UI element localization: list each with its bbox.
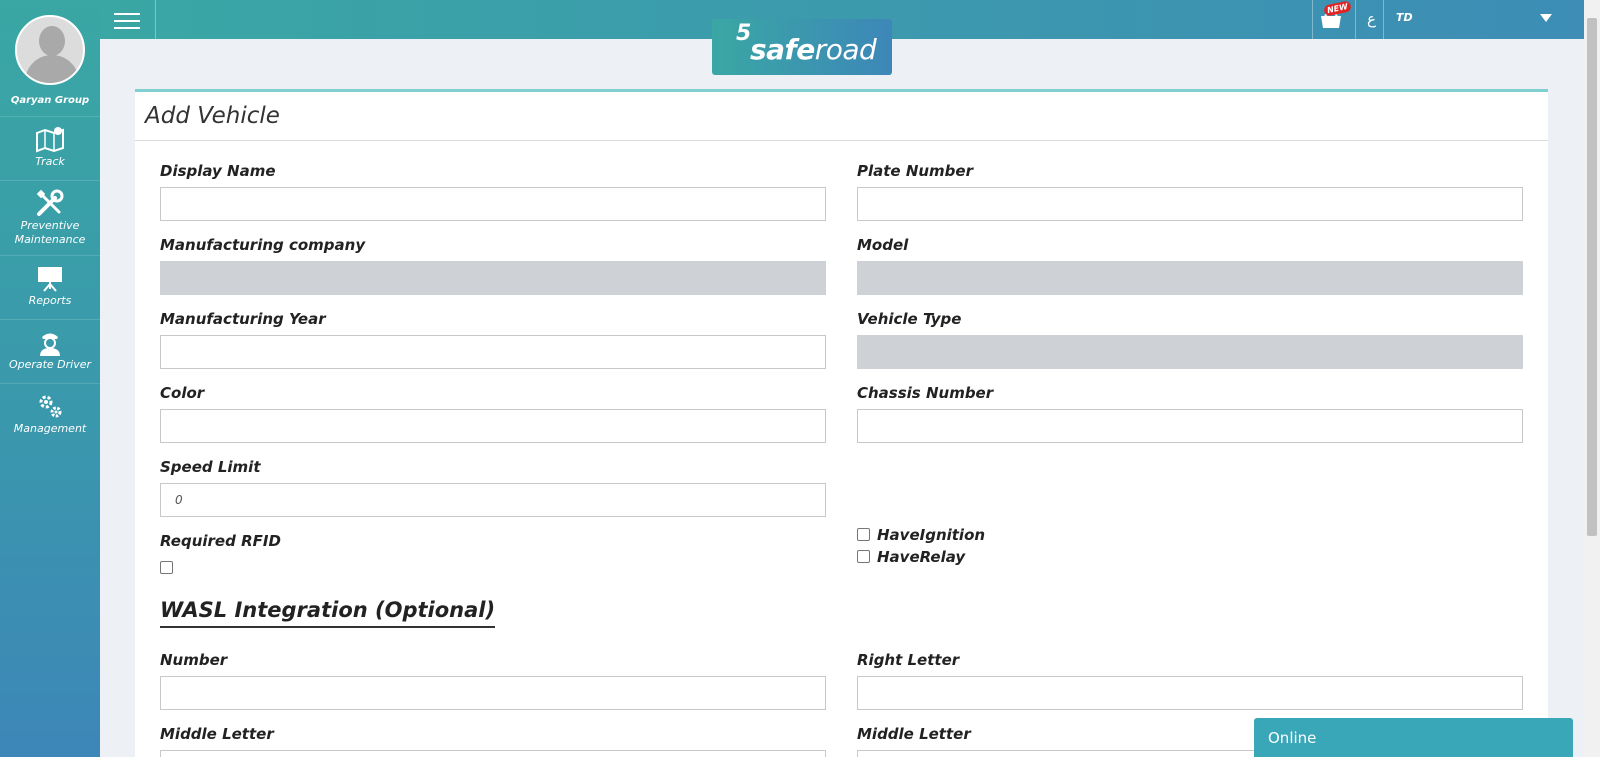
driver-icon xyxy=(40,333,60,356)
model-select[interactable] xyxy=(857,261,1523,295)
topbar-divider xyxy=(155,0,156,39)
chat-online-widget[interactable]: Online xyxy=(1254,718,1573,757)
wasl-section-title: WASL Integration (Optional) xyxy=(160,598,496,628)
vehicle-type-label: Vehicle Type xyxy=(857,310,962,328)
have-ignition-checkbox[interactable] xyxy=(857,528,870,541)
topbar-divider xyxy=(1383,0,1384,39)
plate-number-label: Plate Number xyxy=(857,162,973,180)
hamburger-line xyxy=(114,13,140,15)
color-label: Color xyxy=(160,384,205,402)
logo-text: saferoad xyxy=(750,33,877,66)
gears-icon xyxy=(39,395,62,418)
manufacturing-company-label: Manufacturing company xyxy=(160,236,366,254)
plate-number-input[interactable] xyxy=(857,187,1523,221)
display-name-label: Display Name xyxy=(160,162,276,180)
sidebar-item-label: Operate Driver xyxy=(8,358,92,371)
middle-letter-label: Middle Letter xyxy=(160,725,274,743)
avatar-body xyxy=(25,55,79,83)
sidebar-item-label: Track xyxy=(35,155,65,168)
org-name: Qaryan Group xyxy=(10,95,90,106)
logo-text-light: road xyxy=(814,33,877,66)
add-vehicle-card: Add Vehicle Display Name Plate Number Ma… xyxy=(135,89,1548,757)
page-title: Add Vehicle xyxy=(135,92,1548,141)
have-ignition-label: HaveIgnition xyxy=(877,526,986,544)
sidebar-item-reports[interactable]: Reports xyxy=(0,255,100,319)
menu-toggle-button[interactable] xyxy=(114,13,140,29)
tools-icon xyxy=(36,189,64,216)
saferoad-logo: 5 saferoad xyxy=(712,19,892,75)
speed-limit-label: Speed Limit xyxy=(160,458,261,476)
manufacturing-year-input[interactable] xyxy=(160,335,826,369)
sidebar-item-label: Preventive Maintenance xyxy=(14,219,86,246)
manufacturing-year-label: Manufacturing Year xyxy=(160,310,326,328)
sidebar: Qaryan Group Track Preventive Maintenanc… xyxy=(0,0,100,757)
chassis-number-label: Chassis Number xyxy=(857,384,994,402)
middle-letter-input[interactable] xyxy=(160,750,826,757)
number-input[interactable] xyxy=(160,676,826,710)
right-letter-label: Right Letter xyxy=(857,651,960,669)
hamburger-line xyxy=(114,27,140,29)
sidebar-item-track[interactable]: Track xyxy=(0,116,100,180)
topbar-divider xyxy=(1312,0,1313,39)
number-label: Number xyxy=(160,651,228,669)
speed-limit-input[interactable] xyxy=(160,483,826,517)
sidebar-item-operate-driver[interactable]: Operate Driver xyxy=(0,319,100,383)
topbar-divider xyxy=(1355,0,1356,39)
display-name-input[interactable] xyxy=(160,187,826,221)
page-scrollbar[interactable] xyxy=(1584,0,1600,757)
avatar-head xyxy=(39,26,65,56)
sidebar-item-preventive-maintenance[interactable]: Preventive Maintenance xyxy=(0,180,100,254)
map-icon xyxy=(36,127,64,153)
manufacturing-company-select[interactable] xyxy=(160,261,826,295)
user-name[interactable]: TD xyxy=(1396,11,1413,24)
required-rfid-checkbox[interactable] xyxy=(160,561,173,574)
avatar[interactable] xyxy=(15,15,85,85)
have-relay-label: HaveRelay xyxy=(877,548,966,566)
language-toggle[interactable]: ع xyxy=(1367,10,1376,28)
sidebar-item-label: Management xyxy=(13,422,87,435)
chassis-number-input[interactable] xyxy=(857,409,1523,443)
presentation-board-icon xyxy=(38,267,62,292)
color-input[interactable] xyxy=(160,409,826,443)
caret-down-icon[interactable] xyxy=(1540,14,1552,22)
vehicle-type-select[interactable] xyxy=(857,335,1523,369)
model-label: Model xyxy=(857,236,909,254)
required-rfid-label: Required RFID xyxy=(160,532,281,550)
scrollbar-thumb[interactable] xyxy=(1587,18,1597,536)
sidebar-item-label: Reports xyxy=(28,294,72,307)
sidebar-item-management[interactable]: Management xyxy=(0,383,100,447)
have-relay-checkbox[interactable] xyxy=(857,550,870,563)
logo-text-bold: safe xyxy=(750,33,815,66)
right-letter-input[interactable] xyxy=(857,676,1523,710)
hamburger-line xyxy=(114,20,140,22)
middle-letter-label-right: Middle Letter xyxy=(857,725,971,743)
